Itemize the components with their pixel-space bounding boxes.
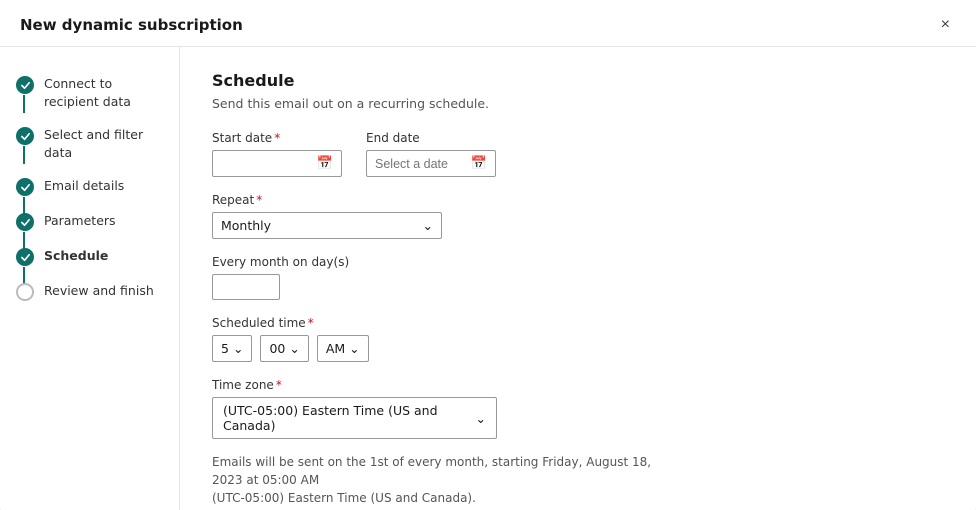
time-ampm-select[interactable]: AM ⌄ (317, 335, 369, 362)
end-date-calendar-icon[interactable]: 📅 (471, 156, 487, 171)
step-icon-review (16, 283, 34, 301)
step-label-schedule: Schedule (44, 247, 108, 265)
modal-header: New dynamic subscription × (0, 0, 976, 47)
minute-chevron-icon: ⌄ (289, 341, 299, 356)
repeat-chevron-icon: ⌄ (423, 218, 433, 233)
time-minute-select[interactable]: 00 ⌄ (260, 335, 308, 362)
sidebar-item-parameters[interactable]: Parameters (0, 204, 179, 239)
step-icon-schedule (16, 248, 34, 266)
section-desc: Send this email out on a recurring sched… (212, 96, 944, 111)
section-title: Schedule (212, 71, 944, 90)
step-icon-email (16, 178, 34, 196)
step-icon-connect (16, 76, 34, 94)
step-label-select: Select and filter data (44, 126, 163, 161)
end-date-label: End date (366, 131, 496, 145)
timezone-label: Time zone* (212, 378, 944, 392)
start-date-calendar-icon[interactable]: 📅 (317, 156, 333, 171)
sidebar-item-schedule[interactable]: Schedule (0, 239, 179, 274)
repeat-group: Repeat* Monthly ⌄ (212, 193, 944, 239)
scheduled-time-label: Scheduled time* (212, 316, 944, 330)
every-month-label: Every month on day(s) (212, 255, 944, 269)
sidebar-item-review[interactable]: Review and finish (0, 274, 179, 309)
close-button[interactable]: × (935, 14, 956, 36)
main-content: Schedule Send this email out on a recurr… (180, 47, 976, 510)
step-label-parameters: Parameters (44, 212, 116, 230)
repeat-label: Repeat* (212, 193, 944, 207)
repeat-select[interactable]: Monthly ⌄ (212, 212, 442, 239)
start-date-label: Start date* (212, 131, 342, 145)
modal-title: New dynamic subscription (20, 16, 243, 34)
start-date-input[interactable]: 8/18/2023 📅 (212, 150, 342, 177)
tz-chevron-icon: ⌄ (476, 411, 486, 426)
step-label-review: Review and finish (44, 282, 154, 300)
sidebar-item-connect[interactable]: Connect to recipient data (0, 67, 179, 118)
hour-chevron-icon: ⌄ (233, 341, 243, 356)
every-month-group: Every month on day(s) 1 (212, 255, 944, 300)
end-date-field[interactable] (375, 157, 465, 171)
sidebar: Connect to recipient data Select and filt… (0, 47, 180, 510)
end-date-input[interactable]: 📅 (366, 150, 496, 177)
date-row: Start date* 8/18/2023 📅 End date 📅 (212, 131, 944, 177)
sidebar-item-email[interactable]: Email details (0, 169, 179, 204)
time-hour-select[interactable]: 5 ⌄ (212, 335, 252, 362)
timezone-select[interactable]: (UTC-05:00) Eastern Time (US and Canada)… (212, 397, 497, 439)
start-date-group: Start date* 8/18/2023 📅 (212, 131, 342, 177)
start-date-field[interactable]: 8/18/2023 (221, 157, 311, 171)
step-label-email: Email details (44, 177, 124, 195)
step-icon-parameters (16, 213, 34, 231)
timezone-group: Time zone* (UTC-05:00) Eastern Time (US … (212, 378, 944, 439)
scheduled-time-group: Scheduled time* 5 ⌄ 00 ⌄ AM ⌄ (212, 316, 944, 362)
step-icon-select (16, 127, 34, 145)
modal: New dynamic subscription × Connect to re… (0, 0, 976, 510)
info-text: Emails will be sent on the 1st of every … (212, 453, 672, 507)
time-row: 5 ⌄ 00 ⌄ AM ⌄ (212, 335, 944, 362)
ampm-chevron-icon: ⌄ (349, 341, 359, 356)
sidebar-item-select[interactable]: Select and filter data (0, 118, 179, 169)
modal-body: Connect to recipient data Select and filt… (0, 47, 976, 510)
every-month-input[interactable]: 1 (212, 274, 280, 300)
step-label-connect: Connect to recipient data (44, 75, 163, 110)
end-date-group: End date 📅 (366, 131, 496, 177)
